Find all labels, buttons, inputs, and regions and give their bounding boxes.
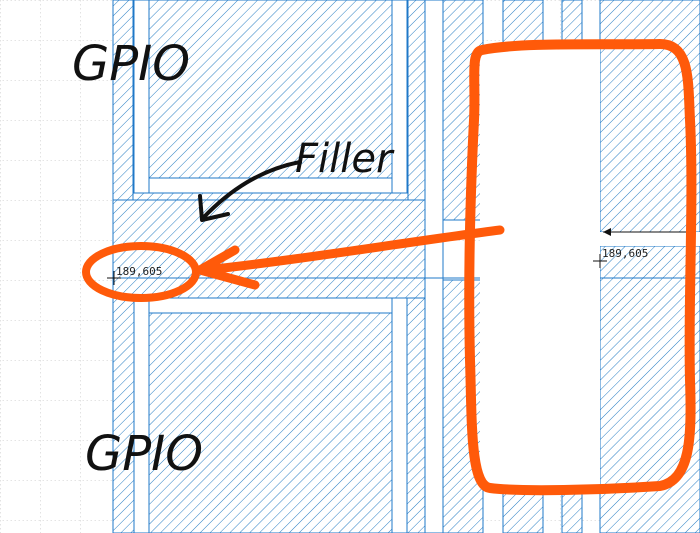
highlight-fill: [480, 48, 600, 488]
coordinate-readout-left: 189,605: [116, 265, 162, 278]
coordinate-readout-right: 189,605: [602, 247, 648, 260]
top-gap-2: [391, 0, 408, 194]
gpio-cell-bottom[interactable]: [112, 297, 426, 533]
bottom-gap-3: [148, 297, 393, 314]
strip-b2[interactable]: [442, 279, 484, 533]
bottom-gap-2: [391, 297, 408, 533]
filler-label: Filler: [295, 136, 395, 182]
strip-a[interactable]: [424, 0, 444, 533]
gpio-label-bottom: GPIO: [85, 426, 203, 482]
gap-right: [600, 232, 700, 246]
bottom-gap: [133, 297, 150, 533]
layout-canvas[interactable]: 189,605 189,605 GPIO GPIO Filler: [0, 0, 700, 533]
gpio-label-top: GPIO: [72, 36, 190, 92]
top-gap: [133, 0, 150, 194]
